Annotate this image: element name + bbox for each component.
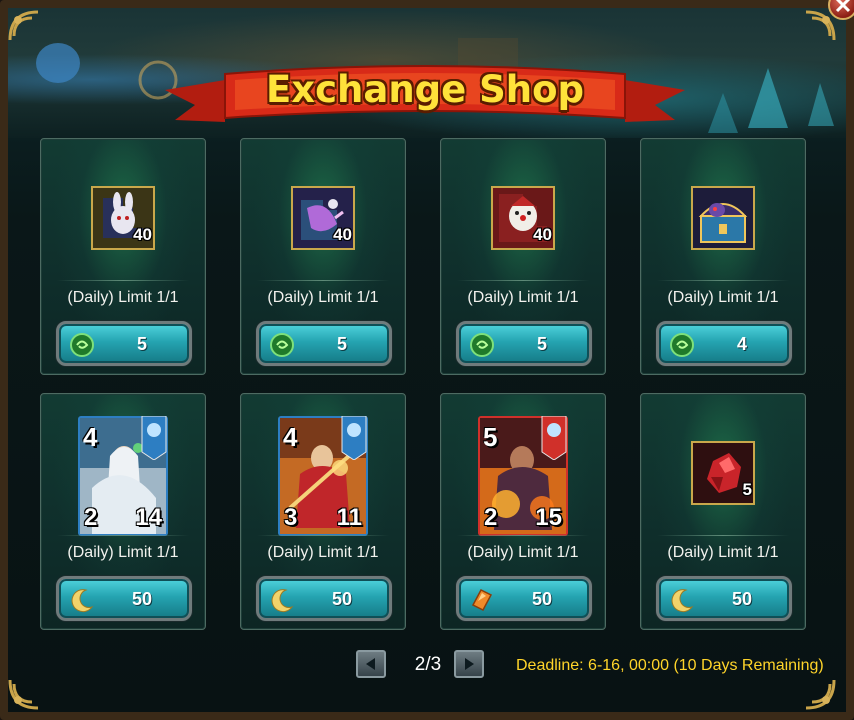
hero-health-value: 14 bbox=[135, 504, 162, 531]
purchase-limit-label: (Daily) Limit 1/1 bbox=[267, 289, 379, 306]
hero-attack-value: 2 bbox=[484, 504, 498, 531]
purchase-limit-label: (Daily) Limit 1/1 bbox=[467, 289, 579, 306]
arrow-left-icon bbox=[366, 658, 375, 670]
purchase-limit-label: (Daily) Limit 1/1 bbox=[267, 544, 379, 561]
shop-item-card[interactable]: 5 2 15 (Daily) Limit 1/1 50 bbox=[440, 393, 606, 630]
previous-page-button[interactable] bbox=[356, 650, 386, 678]
title-ribbon: Exchange Shop bbox=[165, 60, 685, 130]
golden-warrior-hero-card[interactable]: 4 3 11 bbox=[278, 416, 368, 536]
red-crystal-icon[interactable]: 5 bbox=[691, 441, 755, 505]
hero-star-level: 4 bbox=[83, 422, 98, 452]
crescent-moon-icon bbox=[69, 587, 95, 613]
corner-ornament-top-left bbox=[8, 10, 54, 56]
hero-class-badge-icon bbox=[341, 416, 367, 460]
arrow-right-icon bbox=[465, 658, 474, 670]
hero-class-badge-icon bbox=[141, 416, 167, 460]
green-orb-icon bbox=[269, 332, 295, 358]
card-divider bbox=[657, 535, 789, 536]
buy-button[interactable]: 50 bbox=[456, 576, 592, 621]
purple-beast-puzzle-icon[interactable]: 40 bbox=[291, 186, 355, 250]
hero-health-value: 11 bbox=[336, 504, 362, 531]
flame-warrior-hero-card[interactable]: 5 2 15 bbox=[478, 416, 568, 536]
shop-item-card[interactable]: 40 (Daily) Limit 1/1 5 bbox=[240, 138, 406, 375]
price-value: 50 bbox=[531, 589, 553, 609]
purchase-limit-label: (Daily) Limit 1/1 bbox=[667, 289, 779, 306]
page-title: Exchange Shop bbox=[265, 68, 585, 111]
shop-item-card[interactable]: 40 (Daily) Limit 1/1 5 bbox=[40, 138, 206, 375]
shop-item-card[interactable]: 4 2 14 (Daily) Limit 1/1 50 bbox=[40, 393, 206, 630]
card-divider bbox=[257, 535, 389, 536]
red-clown-puzzle-icon[interactable]: 40 bbox=[491, 186, 555, 250]
crescent-moon-icon bbox=[269, 587, 295, 613]
price-value: 4 bbox=[736, 334, 747, 354]
buy-button[interactable]: 5 bbox=[56, 321, 192, 366]
hero-attack-value: 2 bbox=[84, 504, 98, 531]
buy-button[interactable]: 50 bbox=[656, 576, 792, 621]
buy-button[interactable]: 50 bbox=[256, 576, 392, 621]
shop-item-card[interactable]: 5 (Daily) Limit 1/1 50 bbox=[640, 393, 806, 630]
buy-button[interactable]: 4 bbox=[656, 321, 792, 366]
purchase-limit-label: (Daily) Limit 1/1 bbox=[667, 544, 779, 561]
price-value: 5 bbox=[336, 334, 347, 354]
white-rabbit-puzzle-icon[interactable]: 40 bbox=[91, 186, 155, 250]
purchase-limit-label: (Daily) Limit 1/1 bbox=[67, 289, 179, 306]
buy-button[interactable]: 5 bbox=[256, 321, 392, 366]
item-quantity: 40 bbox=[133, 225, 152, 244]
green-orb-icon bbox=[469, 332, 495, 358]
shop-item-card[interactable]: 40 (Daily) Limit 1/1 5 bbox=[440, 138, 606, 375]
deadline-text: Deadline: 6-16, 00:00 (10 Days Remaining… bbox=[516, 657, 824, 674]
green-orb-icon bbox=[69, 332, 95, 358]
card-divider bbox=[657, 280, 789, 281]
item-quantity: 40 bbox=[333, 225, 352, 244]
close-button[interactable] bbox=[828, 0, 854, 20]
next-page-button[interactable] bbox=[454, 650, 484, 678]
hero-health-value: 15 bbox=[535, 504, 562, 531]
buy-button[interactable]: 50 bbox=[56, 576, 192, 621]
purchase-limit-label: (Daily) Limit 1/1 bbox=[467, 544, 579, 561]
card-divider bbox=[457, 535, 589, 536]
hero-class-badge-icon bbox=[541, 416, 567, 460]
corner-ornament-bottom-left bbox=[8, 664, 54, 710]
treasure-chest-icon[interactable] bbox=[691, 186, 755, 250]
card-divider bbox=[457, 280, 589, 281]
item-quantity: 5 bbox=[742, 480, 752, 499]
price-value: 50 bbox=[731, 589, 753, 609]
hero-star-level: 5 bbox=[483, 422, 498, 452]
crescent-moon-icon bbox=[669, 587, 695, 613]
shop-item-card[interactable]: (Daily) Limit 1/1 4 bbox=[640, 138, 806, 375]
card-divider bbox=[57, 535, 189, 536]
card-divider bbox=[57, 280, 189, 281]
price-value: 50 bbox=[131, 589, 153, 609]
price-value: 50 bbox=[331, 589, 353, 609]
orange-crystal-icon bbox=[469, 587, 495, 613]
buy-button[interactable]: 5 bbox=[456, 321, 592, 366]
page-indicator: 2/3 bbox=[414, 654, 442, 675]
white-priestess-hero-card[interactable]: 4 2 14 bbox=[78, 416, 168, 536]
hero-attack-value: 3 bbox=[284, 504, 298, 531]
close-icon bbox=[835, 0, 851, 13]
price-value: 5 bbox=[136, 334, 147, 354]
purchase-limit-label: (Daily) Limit 1/1 bbox=[67, 544, 179, 561]
shop-item-card[interactable]: 4 3 11 (Daily) Limit 1/1 50 bbox=[240, 393, 406, 630]
green-orb-icon bbox=[669, 332, 695, 358]
price-value: 5 bbox=[536, 334, 547, 354]
card-divider bbox=[257, 280, 389, 281]
item-quantity: 40 bbox=[533, 225, 552, 244]
hero-star-level: 4 bbox=[283, 422, 298, 452]
